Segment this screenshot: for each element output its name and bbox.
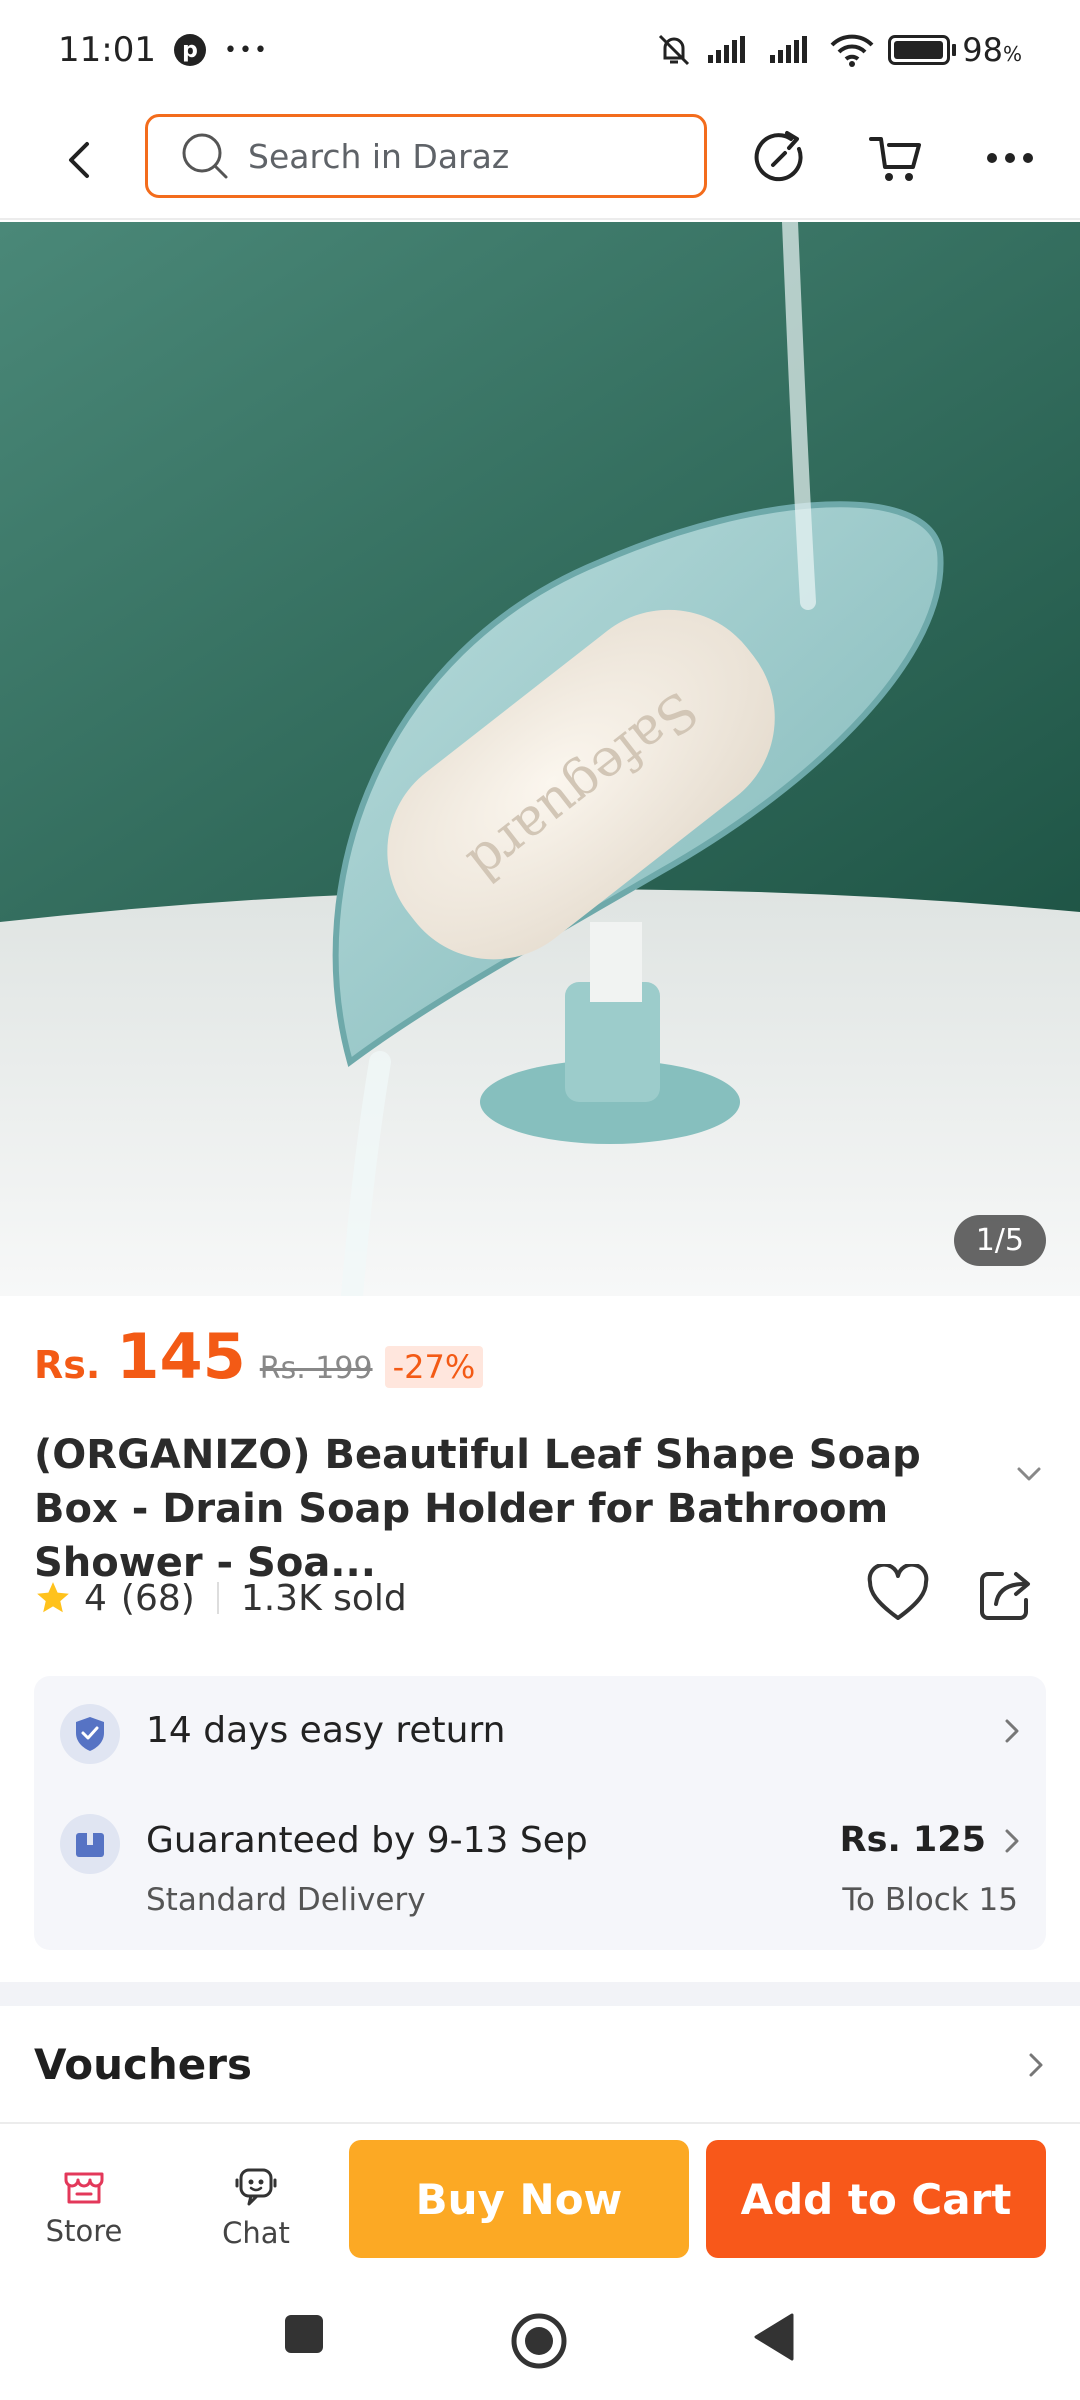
vouchers-expand-button[interactable] (1028, 2052, 1044, 2082)
home-button[interactable] (510, 2312, 568, 2374)
delivery-destination: To Block 15 (842, 1882, 1018, 1918)
search-input[interactable]: Search in Daraz (145, 114, 707, 198)
price-current: 145 (116, 1320, 246, 1393)
delivery-guarantee-text: Guaranteed by 9-13 Sep (146, 1820, 588, 1861)
share-refresh-icon (754, 131, 803, 182)
return-policy-text: 14 days easy return (146, 1710, 506, 1751)
wishlist-button[interactable] (866, 1562, 930, 1628)
bottom-action-bar: Store Chat Buy Now Add to Cart (0, 2122, 1080, 2282)
service-card: 14 days easy return Guaranteed by 9-13 S… (34, 1676, 1046, 1950)
wifi-icon (830, 34, 874, 67)
chat-button[interactable]: Chat (196, 2164, 316, 2250)
triangle-back-icon (754, 2313, 794, 2361)
buy-now-button[interactable]: Buy Now (349, 2140, 689, 2258)
cart-button[interactable] (864, 126, 928, 190)
store-label: Store (45, 2214, 123, 2248)
sold-count: 1.3K sold (240, 1577, 407, 1619)
price-currency: Rs. (34, 1343, 101, 1387)
cart-icon (869, 137, 921, 181)
more-notifications-icon: ••• (223, 37, 269, 63)
signal-icon (708, 36, 746, 63)
share-button[interactable] (976, 1564, 1036, 1628)
review-count: (68) (120, 1577, 195, 1619)
more-button[interactable] (978, 126, 1042, 190)
battery-percent: 98 (962, 31, 1003, 69)
price-row: Rs. 145 Rs. 199 -27% (34, 1320, 484, 1393)
rating-value: 4 (84, 1577, 107, 1619)
back-icon (69, 142, 89, 178)
heart-icon (867, 1562, 929, 1620)
share-icon (980, 1572, 1030, 1620)
rating-row[interactable]: 4 (68) 1.3K sold (34, 1570, 407, 1626)
add-to-cart-button[interactable]: Add to Cart (706, 2140, 1046, 2258)
product-title: (ORGANIZO) Beautiful Leaf Shape Soap Box… (34, 1432, 921, 1586)
delivery-box-icon (60, 1814, 120, 1874)
more-icon (987, 153, 1033, 163)
delivery-row[interactable]: Guaranteed by 9-13 Sep Standard Delivery… (34, 1786, 1046, 1950)
gallery-page-indicator: 1/5 (953, 1215, 1046, 1266)
battery-icon: 98% (888, 31, 1022, 69)
pinterest-icon: p (173, 34, 206, 66)
section-divider (0, 1982, 1080, 2006)
store-icon (64, 2172, 104, 2204)
delivery-price: Rs. 125 (839, 1820, 986, 1860)
expand-title-button[interactable] (1016, 1466, 1042, 1486)
recents-button[interactable] (282, 2312, 326, 2360)
product-photo: Safeguard (0, 222, 1080, 1296)
chevron-right-icon (1005, 1829, 1019, 1853)
status-bar: 11:01 p ••• 98% (0, 0, 1080, 100)
chevron-down-icon (1017, 1467, 1041, 1481)
delivery-type: Standard Delivery (146, 1882, 426, 1918)
status-right: 98% (656, 31, 1022, 69)
shield-icon (60, 1704, 120, 1764)
chat-icon (235, 2168, 277, 2206)
bell-off-icon (659, 34, 690, 66)
chat-label: Chat (222, 2216, 290, 2250)
signal-icon (770, 36, 808, 63)
chevron-right-icon (1029, 2053, 1043, 2077)
chevron-right-icon (1005, 1719, 1019, 1743)
return-policy-row[interactable]: 14 days easy return (34, 1676, 1046, 1786)
star-icon (37, 1582, 69, 1613)
status-left: 11:01 p ••• (58, 30, 269, 70)
price-original: Rs. 199 (259, 1351, 373, 1386)
search-icon (182, 133, 228, 179)
store-button[interactable]: Store (24, 2164, 144, 2248)
back-nav-button[interactable] (752, 2312, 796, 2366)
share-refresh-button[interactable] (748, 126, 812, 190)
system-navigation-bar (0, 2282, 1080, 2400)
square-icon (285, 2315, 323, 2353)
search-placeholder: Search in Daraz (248, 136, 510, 176)
top-nav: Search in Daraz (0, 100, 1080, 220)
home-circle-icon (511, 2313, 567, 2369)
divider (216, 1582, 219, 1614)
back-button[interactable] (50, 130, 110, 190)
product-image-gallery[interactable]: Safeguard 1/5 (0, 222, 1080, 1296)
discount-badge: -27% (384, 1346, 484, 1388)
clock: 11:01 (58, 30, 156, 70)
vouchers-section-title[interactable]: Vouchers (34, 2040, 252, 2089)
